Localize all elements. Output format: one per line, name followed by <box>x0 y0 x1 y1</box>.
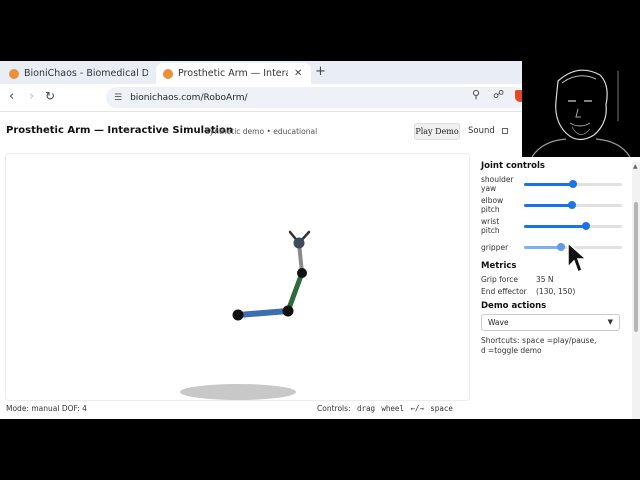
control-key-arrows: ←/→ <box>410 404 424 413</box>
bionichaos-favicon-icon <box>9 68 19 79</box>
metrics-heading: Metrics <box>481 261 517 271</box>
chevron-down-icon: ▼ <box>607 318 613 326</box>
arm-svg <box>180 230 311 400</box>
slider-label: gripper <box>481 243 509 252</box>
wrist-joint <box>297 268 307 278</box>
slider-elbow-pitch[interactable]: elbow pitch <box>481 196 626 216</box>
metric-label: End effector <box>481 287 527 296</box>
shortcut-desc: =play/pause, <box>546 336 597 345</box>
controls-label: Controls: <box>317 404 351 413</box>
page-scrollbar[interactable]: ▲ ▼ <box>632 162 640 419</box>
slider-thumb[interactable] <box>581 222 590 230</box>
bionichaos-favicon-icon <box>163 68 173 79</box>
shortcut-key-space: space <box>521 336 545 345</box>
share-icon[interactable]: ☍ <box>493 88 504 101</box>
scroll-up-icon[interactable]: ▲ <box>633 163 638 170</box>
metric-end-effector: End effector (130, 150) <box>481 287 575 296</box>
page: Prosthetic Arm — Interactive Simulation … <box>0 111 640 419</box>
webcam-person-image <box>531 69 631 157</box>
zoom-icon[interactable]: ⚲ <box>472 88 480 101</box>
sound-label: Sound <box>468 126 495 136</box>
slider-fill <box>524 246 562 249</box>
slider-label: elbow pitch <box>481 196 504 214</box>
select-value: Wave <box>488 318 509 327</box>
webcam-overlay <box>522 61 640 157</box>
controls-status: Controls: drag wheel ←/→ space <box>317 404 453 413</box>
back-icon[interactable]: ‹ <box>9 89 14 104</box>
slider-label: wrist pitch <box>481 217 500 235</box>
tab-prosthetic-arm[interactable]: Prosthetic Arm — Interactive ✕ <box>156 63 311 84</box>
page-subtitle: Synthetic demo • educational <box>205 127 318 136</box>
floor-shadow <box>180 384 296 400</box>
new-tab-button[interactable]: + <box>315 64 326 79</box>
forward-icon[interactable]: › <box>29 89 34 104</box>
shortcuts-prefix: Shortcuts: <box>481 336 520 345</box>
upper-arm-segment <box>235 308 291 318</box>
slider-thumb[interactable] <box>557 243 566 251</box>
slider-shoulder-yaw[interactable]: shoulder yaw <box>481 175 626 195</box>
slider-track[interactable] <box>524 180 622 188</box>
slider-track[interactable] <box>524 201 622 209</box>
slider-track[interactable] <box>524 222 622 230</box>
site-info-icon[interactable]: ☰ <box>114 93 122 103</box>
elbow-joint <box>282 305 294 317</box>
screen: BioniChaos - Biomedical Data Prosthetic … <box>0 0 640 480</box>
scroll-thumb[interactable] <box>634 202 638 332</box>
gripper-joint <box>293 237 305 249</box>
tab-title: BioniChaos - Biomedical Data <box>24 68 148 79</box>
slider-label: shoulder yaw <box>481 175 514 193</box>
control-key-wheel: wheel <box>381 404 404 413</box>
metric-grip-force: Grip force 35 N <box>481 275 554 284</box>
slider-gripper[interactable]: gripper <box>481 238 626 258</box>
shortcut-key-d: d <box>481 346 486 355</box>
shortcut-desc: =toggle demo <box>487 346 542 355</box>
slider-fill <box>524 183 573 186</box>
tab-title: Prosthetic Arm — Interactive <box>178 68 288 79</box>
slider-wrist-pitch[interactable]: wrist pitch <box>481 217 626 237</box>
simulation-canvas[interactable] <box>5 153 470 401</box>
shortcuts-help: Shortcuts: space =play/pause, d =toggle … <box>481 336 629 356</box>
base-joint <box>232 309 244 321</box>
close-tab-icon[interactable]: ✕ <box>294 68 302 79</box>
metric-value: 35 N <box>536 275 554 284</box>
address-bar[interactable]: ☰ bionichaos.com/RoboArm/ <box>106 87 526 108</box>
control-key-drag: drag <box>356 404 375 413</box>
tab-bionichaos[interactable]: BioniChaos - Biomedical Data <box>6 63 148 84</box>
mode-status: Mode: manual DOF: 4 <box>6 404 87 413</box>
forearm-segment <box>285 270 305 314</box>
joint-controls-heading: Joint controls <box>481 161 545 171</box>
sound-checkbox[interactable] <box>502 128 508 134</box>
reload-icon[interactable]: ↻ <box>45 89 55 103</box>
play-demo-button[interactable]: Play Demo <box>414 123 460 140</box>
slider-fill <box>524 204 573 207</box>
slider-thumb[interactable] <box>568 201 577 209</box>
url-text: bionichaos.com/RoboArm/ <box>130 92 248 103</box>
demo-actions-heading: Demo actions <box>481 301 547 311</box>
slider-thumb[interactable] <box>569 180 577 188</box>
mouse-cursor-icon <box>567 241 588 274</box>
control-key-space: space <box>430 404 453 413</box>
metric-label: Grip force <box>481 275 519 284</box>
demo-action-select[interactable]: Wave ▼ <box>481 314 620 331</box>
control-panel: Joint controls shoulder yaw elbow pitch <box>476 153 630 413</box>
slider-fill <box>524 225 586 228</box>
page-title: Prosthetic Arm — Interactive Simulation <box>6 125 233 136</box>
metric-value: (130, 150) <box>536 287 576 296</box>
